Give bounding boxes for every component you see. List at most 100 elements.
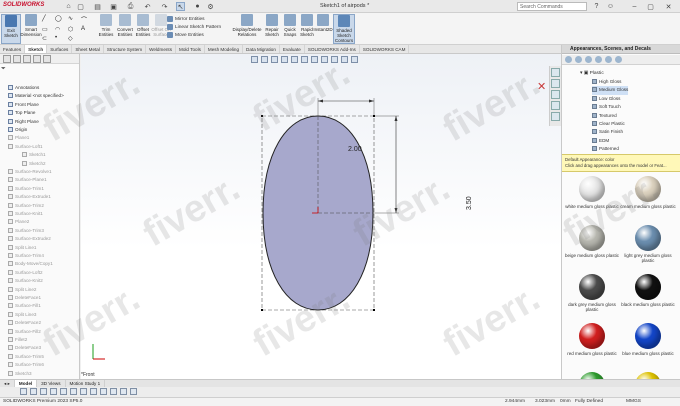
appearance-swatch[interactable]: blue medium gloss plastic [620,323,676,356]
appearance-swatch[interactable]: cream medium gloss plastic [620,176,676,209]
dimension-tool-icon[interactable] [90,388,97,395]
arc-tool-icon[interactable] [80,388,87,395]
instant2d-button[interactable]: Instant2D [313,14,333,44]
offset-entities-button[interactable]: Offset Entities [133,14,153,44]
trim-entities-button[interactable]: Trim Entities [96,14,116,44]
tree-item[interactable]: Annotations [8,84,39,93]
tree-item[interactable]: Surface-Trim4 [8,252,44,261]
tree-item[interactable]: Material <not specified> [8,92,64,101]
tree-item[interactable]: Sketch2 [22,160,46,169]
corner-point-br[interactable] [373,309,375,311]
polygon-icon[interactable]: ⬡ [68,26,80,34]
tree-item[interactable]: Sketch3 [8,370,32,379]
linear-pattern-row[interactable]: Linear Sketch Pattern [167,23,221,31]
width-dimension-value[interactable]: 2.00 [348,146,362,153]
tree-item[interactable]: Surface-Knit2 [8,277,43,286]
appearance-swatch[interactable]: red medium gloss plastic [564,323,620,356]
appearance-swatch[interactable]: beige medium gloss plastic [564,225,620,258]
home-folder-icon[interactable] [595,56,602,63]
tab-solidworks-add-ins[interactable]: SOLIDWORKS Add-Ins [305,45,360,53]
tree-item[interactable]: Surface-Extrude1 [8,193,51,202]
tab-features[interactable]: Features [0,45,26,53]
tree-item[interactable]: Surface-Trim5 [8,353,44,362]
circle-tool-icon[interactable] [70,388,77,395]
search-commands-input[interactable]: Search Commands [517,2,587,11]
add-location-icon[interactable] [605,56,612,63]
tree-item[interactable]: Sketch1 [22,151,46,160]
solidworks-resources-tab-icon[interactable] [551,68,560,77]
circle-icon[interactable]: ◯ [55,15,67,25]
bottom-tab-motion-study-1[interactable]: Motion Study 1 [66,380,106,387]
material-item[interactable]: Clear Plastic [592,120,625,128]
tab-evaluate[interactable]: Evaluate [280,45,305,53]
print-icon[interactable]: ⎙ [126,2,135,11]
material-item[interactable]: Low Gloss [592,95,620,103]
home-icon[interactable]: ⌂ [64,2,73,11]
material-item[interactable]: Soft Touch [592,103,621,111]
configuration-manager-icon[interactable] [23,55,31,63]
user-icon[interactable]: ☺ [606,2,615,11]
tree-item[interactable]: Surface-Extrude2 [8,235,51,244]
corner-point-tr[interactable] [373,115,375,117]
sketch-canvas[interactable]: ✕ [81,54,561,379]
point-icon[interactable]: • [55,35,67,43]
height-dimension-value[interactable]: 3.50 [466,196,473,210]
trim-tool-icon[interactable] [100,388,107,395]
tree-item[interactable]: DeleteFace3 [8,344,41,353]
rebuild-icon[interactable]: ● [193,2,202,11]
new-file-icon[interactable]: ▢ [76,2,85,11]
tree-item[interactable]: Top Plane [8,109,35,118]
display-manager-icon[interactable] [43,55,51,63]
dim-xpert-icon[interactable] [33,55,41,63]
convert-entities-button[interactable]: Convert Entities [115,14,135,44]
forward-icon[interactable] [575,56,582,63]
relation-tool-icon[interactable] [120,388,127,395]
material-item[interactable]: Textured [592,112,617,120]
tree-item[interactable]: Surface-Fill2 [8,328,41,337]
up-icon[interactable] [585,56,592,63]
minimize-icon[interactable]: – [630,2,639,11]
solidworks-logo[interactable]: SOLIDWORKS [3,2,44,11]
material-item[interactable]: Satin Finish [592,128,623,136]
graphics-area[interactable]: ✕ 2.00 3.50 *Front [81,54,561,379]
appearances-tab-icon[interactable] [551,101,560,110]
open-file-icon[interactable]: ▤ [93,2,102,11]
tree-item[interactable]: Front Plane [8,101,39,110]
options-icon[interactable]: ⚙ [206,2,215,11]
feature-tree-icon[interactable] [3,55,11,63]
tab-mold-tools[interactable]: Mold Tools [176,45,205,53]
tree-item[interactable]: Plane2 [8,218,29,227]
tab-scroll-icon[interactable]: ◂ ▸ [0,380,15,387]
tree-item[interactable]: Surface-Fill1 [8,302,41,311]
zoom-icon[interactable] [20,388,27,395]
tab-surfaces[interactable]: Surfaces [47,45,73,53]
appearance-swatch[interactable]: black medium gloss plastic [620,274,676,307]
move-entities-row[interactable]: Move Entities [167,31,221,39]
tree-item[interactable]: Split Line2 [8,286,36,295]
material-item[interactable]: Medium Gloss [592,86,629,95]
tab-mesh-modeling[interactable]: Mesh Modeling [205,45,244,53]
undo-icon[interactable]: ↶ [143,2,152,11]
tab-solidworks-cam[interactable]: SOLIDWORKS CAM [360,45,410,53]
tree-item[interactable]: Surface-Trim6 [8,361,44,370]
line-tool-icon[interactable] [50,388,57,395]
spline-icon[interactable]: ∿ [68,15,80,25]
corner-point-bl[interactable] [261,309,263,311]
filter-icon[interactable]: ⏷ [1,66,9,73]
text-icon[interactable]: A [81,26,93,34]
refresh-icon[interactable] [615,56,622,63]
redo-icon[interactable]: ↷ [160,2,169,11]
rect-tool-icon[interactable] [60,388,67,395]
corner-point-tl[interactable] [261,115,263,117]
tree-item[interactable]: Surface-Loft2 [8,269,43,278]
tab-structure-system[interactable]: Structure System [104,45,147,53]
bottom-tab-3d-views[interactable]: 3D Views [37,380,66,387]
file-explorer-tab-icon[interactable] [551,90,560,99]
plane-icon[interactable]: ◇ [68,35,80,43]
tree-item[interactable]: Fillet2 [8,336,27,345]
appearance-swatch[interactable]: white medium gloss plastic [564,176,620,209]
tree-item[interactable]: Plane1 [8,134,29,143]
material-item[interactable]: High Gloss [592,78,621,86]
tree-item[interactable]: Surface-Revolve1 [8,168,52,177]
tree-item[interactable]: Surface-Trim2 [8,202,44,211]
